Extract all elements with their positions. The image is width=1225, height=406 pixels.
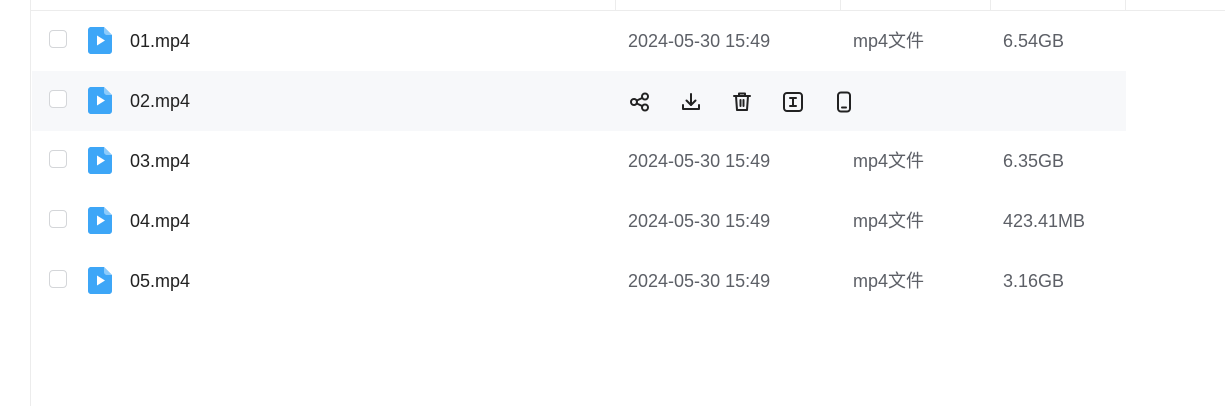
delete-icon[interactable] [730,90,754,114]
file-size: 3.16GB [1003,271,1065,291]
file-row[interactable]: 02.mp4 [32,71,1126,131]
row-actions [628,90,856,114]
file-name[interactable]: 01.mp4 [130,11,190,71]
mobile-icon[interactable] [832,90,856,114]
file-name[interactable]: 05.mp4 [130,251,190,311]
file-manager: 01.mp4 2024-05-30 15:49 mp4文件 6.54GB 02.… [0,0,1225,406]
file-type: mp4文件 [853,271,925,291]
file-size: 6.54GB [1003,31,1065,51]
video-file-icon [88,207,112,234]
file-name[interactable]: 03.mp4 [130,131,190,191]
file-row[interactable]: 03.mp4 2024-05-30 15:49 mp4文件 6.35GB [32,131,1126,191]
video-file-icon [88,267,112,294]
column-header [31,0,1225,11]
modified-date: 2024-05-30 15:49 [628,211,771,231]
share-icon[interactable] [628,90,652,114]
modified-date: 2024-05-30 15:49 [628,151,771,171]
video-file-icon [88,147,112,174]
sidebar-divider [30,0,31,406]
rename-icon[interactable] [781,90,805,114]
row-checkbox[interactable] [49,150,67,168]
file-row[interactable]: 01.mp4 2024-05-30 15:49 mp4文件 6.54GB [32,11,1126,71]
file-name[interactable]: 04.mp4 [130,191,190,251]
file-row[interactable]: 04.mp4 2024-05-30 15:49 mp4文件 423.41MB [32,191,1126,251]
file-size: 6.35GB [1003,151,1065,171]
file-type: mp4文件 [853,211,925,231]
row-checkbox[interactable] [49,210,67,228]
file-name[interactable]: 02.mp4 [130,71,190,131]
file-row[interactable]: 05.mp4 2024-05-30 15:49 mp4文件 3.16GB [32,251,1126,311]
modified-date: 2024-05-30 15:49 [628,271,771,291]
row-checkbox[interactable] [49,90,67,108]
video-file-icon [88,87,112,114]
download-icon[interactable] [679,90,703,114]
video-file-icon [88,27,112,54]
file-list: 01.mp4 2024-05-30 15:49 mp4文件 6.54GB 02.… [32,11,1126,311]
file-type: mp4文件 [853,31,925,51]
column-divider[interactable] [1125,0,1126,10]
file-type: mp4文件 [853,151,925,171]
column-divider[interactable] [840,0,841,10]
file-size: 423.41MB [1003,211,1086,231]
row-checkbox[interactable] [49,270,67,288]
column-divider[interactable] [615,0,616,10]
modified-date: 2024-05-30 15:49 [628,31,771,51]
row-checkbox[interactable] [49,30,67,48]
column-divider[interactable] [990,0,991,10]
